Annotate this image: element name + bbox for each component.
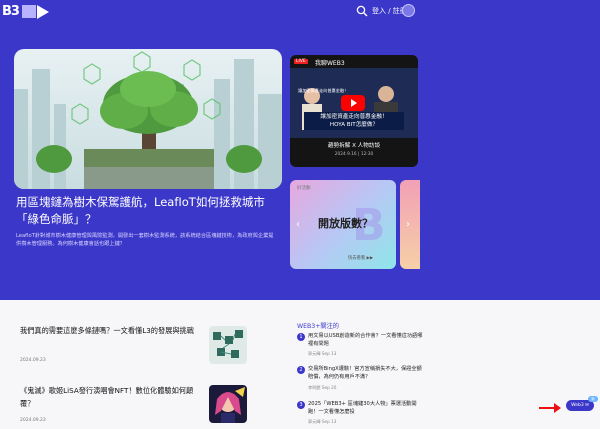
promo-label: 好活動 (297, 186, 311, 191)
new-badge: 新 (588, 396, 598, 402)
ranked-article-title[interactable]: 2025「WEB3+ 區塊鏈30大人物」票選活動開跑！一文看懂怎麼投 (308, 400, 424, 416)
video-overlay-text: 讓加密資產走向普惠金融！ HOYA BIT怎麼做？ (304, 112, 404, 130)
article-thumbnail[interactable] (209, 326, 247, 364)
video-caption: 讓加密資產走向普惠金融！ (298, 88, 349, 93)
article-date: 2024.09.23 (20, 358, 46, 363)
video-card[interactable]: LIVE 我聊WEB3 讓加密資產走向普惠金融！ 讓加密資產走向普惠金融！ HO… (290, 55, 418, 167)
article-thumbnail[interactable] (209, 385, 247, 423)
site-logo[interactable]: B3 (2, 4, 49, 19)
tree-city-illustration (14, 49, 282, 189)
video-title: 趨勢拆解 X 人物訪談 (327, 143, 381, 149)
user-avatar-icon[interactable] (402, 4, 415, 17)
main-article-image[interactable] (14, 49, 282, 189)
logo-play-icon (36, 4, 49, 19)
logo-text: B3 (2, 4, 20, 19)
ranked-article-meta: 李明歷 Sep 20 (308, 385, 337, 390)
video-overlay-line1: 讓加密資產走向普惠金融！ (320, 114, 388, 120)
chevron-right-icon[interactable]: › (406, 219, 410, 230)
chevron-left-icon[interactable]: ‹ (296, 219, 300, 230)
video-channel-name: 我聊WEB3 (315, 60, 345, 67)
lisa-portrait-illustration (209, 385, 247, 423)
ranked-article-title[interactable]: 用文易以USB創造新的合作會？一文看懂這功語哪裡有問題 (308, 332, 424, 348)
promo-link[interactable]: 快去看看 ▶▶ (348, 255, 373, 261)
chain-network-illustration (209, 326, 247, 364)
video-date: 2024.9.16 | 12:30 (334, 152, 374, 157)
sidebar-title: WEB3+關注的 (297, 323, 339, 330)
main-article-title[interactable]: 用區塊鏈為樹木保駕護航，LeafIoT如何拯救城市「綠色命脈」？ (16, 194, 276, 228)
ranked-article-title[interactable]: 交易所BingX遭駭！官方宣稱損失不大，保證全額賠償，為何仍有用戶不滿？ (308, 365, 424, 381)
red-arrow-icon (539, 403, 561, 413)
article-date: 2024.09.23 (20, 418, 46, 423)
article-title[interactable]: 《鬼滅》歌姬LiSA發行演唱會NFT！數位化體驗如何顛覆？ (20, 384, 202, 410)
rank-number: 2 (297, 366, 305, 374)
ranked-article-meta: 郭元輝 Sep 13 (308, 419, 337, 424)
play-icon[interactable] (341, 95, 365, 111)
video-overlay-line2: HOYA BIT怎麼做？ (329, 122, 379, 128)
ranked-article-meta: 郭元輝 Sep 13 (308, 351, 337, 356)
rank-number: 3 (297, 401, 305, 409)
main-article-description: LeafIoT針對城市樹木健康管理與風險監測，開發出一套樹木監測系統，該系統結合… (16, 233, 274, 247)
video-thumbnail[interactable]: 讓加密資產走向普惠金融！ 讓加密資產走向普惠金融！ HOYA BIT怎麼做？ (290, 68, 418, 138)
promo-card[interactable]: B 好活動 開放版數？ 快去看看 ▶▶ (290, 180, 396, 269)
promo-title: 開放版數？ (318, 217, 373, 230)
article-title[interactable]: 我們真的需要這麼多條鏈嗎？一文看懂L3的發展與挑戰 (20, 324, 202, 337)
live-badge: LIVE (294, 59, 308, 64)
next-promo-card[interactable] (400, 180, 420, 269)
search-icon[interactable] (356, 5, 368, 17)
rank-number: 1 (297, 333, 305, 341)
logo-square-icon (21, 5, 36, 18)
